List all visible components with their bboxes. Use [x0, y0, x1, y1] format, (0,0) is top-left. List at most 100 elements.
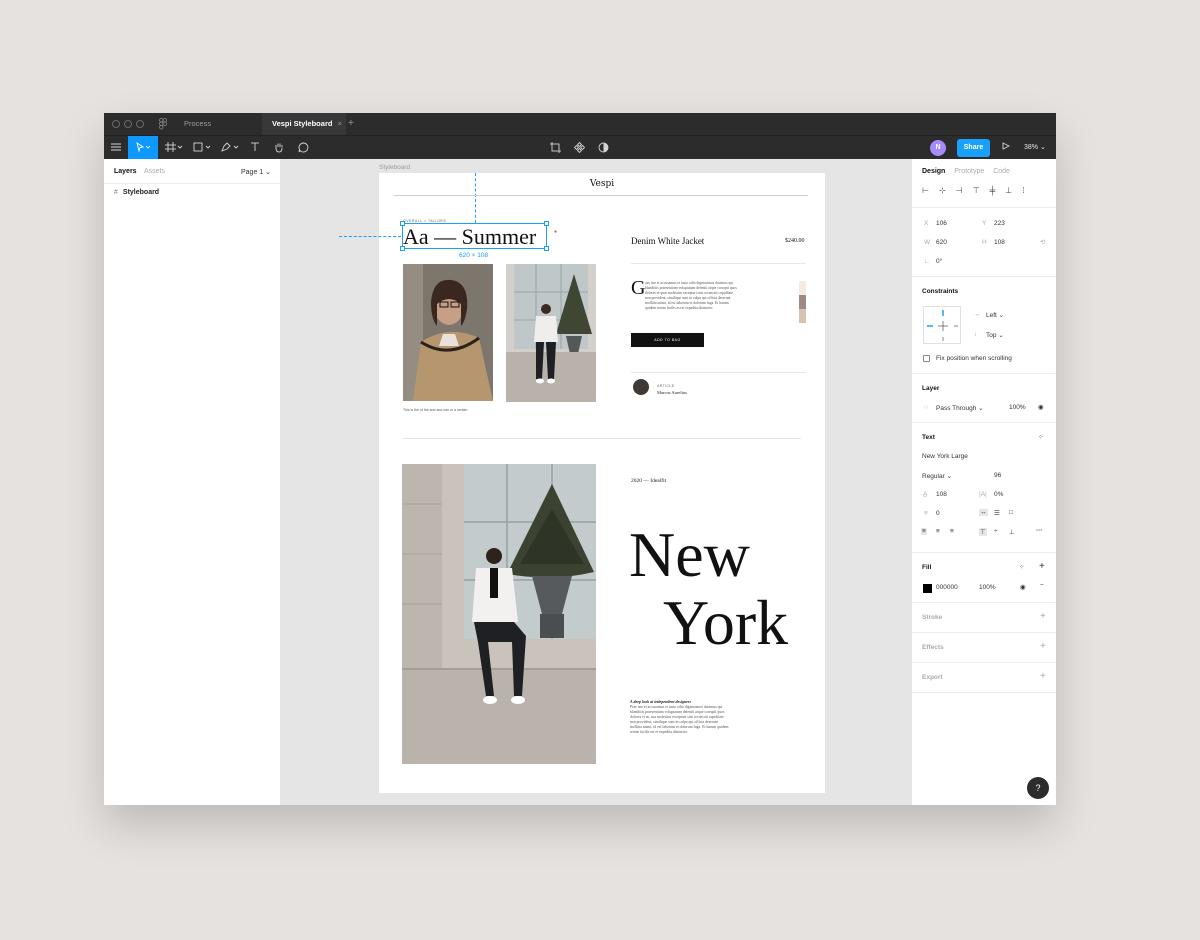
new-tab-button[interactable]: +: [348, 113, 354, 135]
present-play-icon[interactable]: [1002, 136, 1011, 160]
paragraph-spacing-icon: ≡: [924, 510, 928, 517]
tab-layers[interactable]: Layers: [114, 168, 137, 175]
fix-position-label: Fix position when scrolling: [936, 355, 1012, 362]
remove-fill-icon[interactable]: −: [1040, 582, 1044, 589]
vertical-align-top-icon[interactable]: ⊤: [979, 528, 987, 536]
fill-styles-icon[interactable]: ⁘: [1019, 563, 1024, 571]
text-align-left-icon[interactable]: ≡: [921, 528, 927, 535]
paragraph-spacing-input[interactable]: 0: [936, 510, 940, 517]
add-stroke-icon[interactable]: +: [1040, 611, 1046, 622]
align-center-h-icon[interactable]: ⊹: [939, 186, 946, 195]
blend-mode-select[interactable]: Pass Through ⌄: [936, 404, 984, 412]
align-bottom-icon[interactable]: ⊥: [1005, 186, 1012, 195]
figma-logo-icon[interactable]: [159, 118, 167, 130]
constrain-proportions-icon[interactable]: ⟲: [1040, 238, 1045, 246]
share-button[interactable]: Share: [957, 139, 990, 157]
auto-height-icon[interactable]: ☰: [994, 509, 1000, 517]
auto-width-icon[interactable]: ↔: [979, 509, 988, 516]
distribute-icon[interactable]: ⁞: [1022, 186, 1024, 195]
text-align-right-icon[interactable]: ≡: [950, 528, 954, 535]
headline-york: York: [663, 587, 789, 658]
fix-position-checkbox[interactable]: [923, 355, 930, 362]
resize-handle[interactable]: [544, 221, 549, 226]
pen-tool-button[interactable]: [218, 136, 242, 160]
fill-heading: Fill: [922, 564, 932, 571]
move-tool-button[interactable]: [128, 136, 158, 160]
canvas[interactable]: Styleboard Vespi OVERALL > TAILORS Aa — …: [281, 159, 911, 805]
font-family-select[interactable]: New York Large: [922, 453, 968, 460]
layer-item-styleboard[interactable]: # Styleboard: [114, 189, 159, 196]
text-styles-icon[interactable]: ⁘: [1038, 433, 1043, 441]
minimize-window-icon[interactable]: [124, 120, 132, 128]
line-height-input[interactable]: 108: [936, 491, 947, 498]
close-window-icon[interactable]: [112, 120, 120, 128]
letter-spacing-input[interactable]: 0%: [994, 491, 1003, 498]
tab-label: Vespi Styleboard: [272, 119, 333, 128]
resize-handle[interactable]: [400, 246, 405, 251]
resize-handle[interactable]: [400, 221, 405, 226]
page-selector[interactable]: Page 1 ⌄: [241, 168, 271, 176]
font-weight-select[interactable]: Regular ⌄: [922, 472, 952, 480]
maximize-window-icon[interactable]: [136, 120, 144, 128]
w-input[interactable]: 620: [936, 239, 947, 246]
vertical-constraint-select[interactable]: Top ⌄: [986, 331, 1004, 339]
contrast-mask-icon[interactable]: [594, 136, 612, 160]
close-tab-icon[interactable]: ×: [338, 113, 342, 135]
fill-hex-input[interactable]: 000000: [936, 584, 958, 591]
fill-opacity-input[interactable]: 100%: [979, 584, 996, 591]
align-top-icon[interactable]: ⊤: [973, 186, 980, 195]
align-right-icon[interactable]: ⊣: [956, 186, 963, 195]
text-tool-icon[interactable]: [246, 136, 264, 160]
stroke-heading: Stroke: [922, 614, 943, 621]
text-align-center-icon[interactable]: ≡: [936, 528, 940, 535]
constraints-widget[interactable]: [923, 306, 961, 344]
visibility-eye-icon[interactable]: ◉: [1038, 403, 1044, 411]
tab-process-masterclass[interactable]: Process Masterclass: [174, 113, 262, 150]
selection-box[interactable]: [400, 221, 549, 251]
comment-tool-icon[interactable]: [294, 136, 312, 160]
resize-handle[interactable]: [544, 246, 549, 251]
help-button[interactable]: ?: [1027, 777, 1049, 799]
user-avatar[interactable]: N: [930, 140, 946, 156]
divider: [912, 373, 1056, 374]
add-fill-icon[interactable]: +: [1039, 561, 1045, 572]
x-input[interactable]: 106: [936, 220, 947, 227]
rotation-input[interactable]: 0°: [936, 258, 942, 265]
tab-vespi-styleboard[interactable]: Vespi Styleboard ×: [262, 113, 346, 135]
vertical-align-bottom-icon[interactable]: ⊥: [1009, 528, 1015, 536]
tab-assets[interactable]: Assets: [144, 168, 165, 175]
letter-spacing-icon: |A|: [979, 491, 987, 498]
more-options-icon[interactable]: ···: [1036, 527, 1043, 534]
vertical-align-middle-icon[interactable]: ÷: [994, 528, 998, 535]
tab-design[interactable]: Design: [922, 168, 945, 175]
x-label: X: [924, 220, 929, 227]
tab-code[interactable]: Code: [993, 168, 1010, 175]
horizontal-constraint-select[interactable]: Left ⌄: [986, 311, 1004, 319]
add-effect-icon[interactable]: +: [1040, 641, 1046, 652]
layer-opacity-input[interactable]: 100%: [1009, 404, 1026, 411]
component-icon[interactable]: [570, 136, 588, 160]
tab-prototype[interactable]: Prototype: [954, 168, 984, 175]
hand-tool-icon[interactable]: [270, 136, 288, 160]
main-menu-icon[interactable]: [106, 136, 126, 160]
add-export-icon[interactable]: +: [1040, 671, 1046, 682]
constraints-heading: Constraints: [922, 288, 959, 295]
align-center-v-icon[interactable]: ╪: [990, 186, 996, 195]
frame-label[interactable]: Styleboard: [379, 164, 410, 171]
align-left-icon[interactable]: ⊢: [922, 186, 929, 195]
cursor-marker-icon: ●: [554, 229, 558, 235]
h-input[interactable]: 108: [994, 239, 1005, 246]
figma-window: Process Masterclass Vespi Styleboard × +: [104, 113, 1056, 805]
fill-visibility-eye-icon[interactable]: ◉: [1020, 583, 1026, 591]
font-size-input[interactable]: 96: [994, 472, 1001, 479]
fixed-size-icon[interactable]: □: [1009, 509, 1013, 516]
properties-panel: Design Prototype Code ⊢ ⊹ ⊣ ⊤ ╪ ⊥ ⁞ X 10…: [911, 159, 1056, 805]
fill-color-swatch[interactable]: [923, 584, 932, 593]
zoom-level-dropdown[interactable]: 38% ⌄: [1024, 136, 1046, 160]
styleboard-frame[interactable]: Vespi OVERALL > TAILORS Aa — Summer 620 …: [339, 173, 825, 793]
shape-tool-button[interactable]: [190, 136, 214, 160]
crop-frame-icon[interactable]: [546, 136, 564, 160]
frame-tool-button[interactable]: [162, 136, 186, 160]
line-height-icon: A̲: [923, 491, 928, 498]
y-input[interactable]: 223: [994, 220, 1005, 227]
